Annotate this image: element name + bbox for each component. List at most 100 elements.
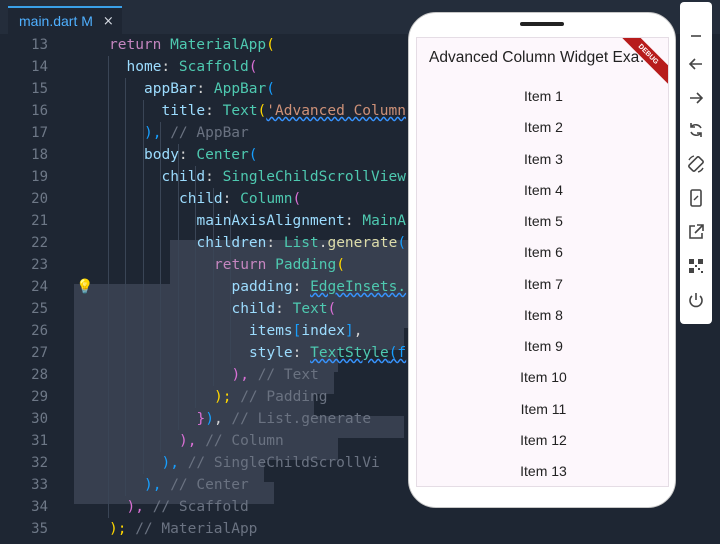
code-text: child: Column( — [179, 188, 301, 210]
code-token: appBar — [144, 81, 197, 97]
code-token: ), — [126, 499, 144, 515]
code-text: home: Scaffold( — [127, 56, 258, 78]
code-token: ( — [248, 59, 258, 75]
line-number: 24 — [31, 279, 48, 295]
line-number: 30 — [31, 411, 48, 427]
code-token: ); — [214, 389, 232, 405]
rotate-icon — [690, 123, 702, 137]
code-token: : — [292, 279, 311, 295]
line-number: 32 — [31, 455, 48, 471]
code-token: (f — [388, 345, 407, 361]
code-token: : — [222, 191, 241, 207]
resize-button[interactable] — [680, 184, 712, 212]
line-number: 20 — [31, 191, 48, 207]
code-text: children: List.generate( — [197, 232, 407, 254]
code-token: style — [249, 345, 293, 361]
code-token: // Column — [196, 433, 284, 449]
device-emulator: Advanced Column Widget Exam... DEBUG Ite… — [408, 12, 676, 508]
code-token: items — [249, 323, 293, 339]
code-token: } — [196, 411, 206, 427]
close-tab-icon[interactable]: × — [103, 14, 114, 29]
power-button[interactable] — [680, 286, 712, 314]
code-token: : — [266, 235, 284, 251]
code-token: child — [161, 169, 206, 185]
lightbulb-icon[interactable]: 💡 — [76, 279, 93, 295]
list-item: Item 13 — [520, 463, 567, 479]
code-token: ); — [109, 521, 127, 537]
open-external-button[interactable] — [680, 218, 712, 246]
code-token: ( — [397, 235, 407, 251]
line-number: 14 — [31, 59, 48, 75]
line-number: 33 — [31, 477, 48, 493]
line-number: 31 — [31, 433, 48, 449]
code-text: ), // Scaffold — [127, 496, 249, 518]
code-token: padding — [231, 279, 293, 295]
list-item: Item 5 — [524, 213, 563, 229]
list-item: Item 7 — [524, 275, 563, 292]
emulator-screen[interactable]: Advanced Column Widget Exam... DEBUG Ite… — [416, 37, 669, 487]
code-token: generate — [327, 235, 398, 251]
line-number: 19 — [31, 169, 48, 185]
back-button[interactable] — [680, 50, 712, 78]
rotate-screen-icon — [688, 155, 704, 173]
open-external-icon — [689, 224, 704, 239]
code-token: body — [144, 147, 179, 163]
code-token: home — [126, 59, 162, 75]
code-token: return — [214, 257, 276, 273]
code-text: ), // Column — [179, 430, 284, 452]
line-number: 34 — [31, 499, 48, 515]
code-text: body: Center( — [144, 144, 258, 166]
code-text: ), // Text — [232, 364, 319, 386]
code-token: // Padding — [231, 389, 328, 405]
list-item: Item 4 — [524, 181, 563, 198]
code-token: ] — [345, 323, 354, 339]
power-icon — [689, 293, 703, 308]
code-token: SingleChildScrollView — [222, 169, 406, 185]
code-token: // SingleChildScrollVi — [178, 455, 380, 471]
code-token: return — [109, 37, 171, 53]
rotate-screen-button[interactable] — [680, 150, 712, 178]
forward-button[interactable] — [680, 84, 712, 112]
code-token: mainAxisAlignment — [196, 213, 345, 229]
code-token: // Scaffold — [143, 499, 249, 515]
code-token: ( — [327, 301, 337, 317]
code-text: style: TextStyle(f — [249, 342, 406, 364]
tab-title: main.dart M — [19, 13, 93, 29]
line-number: 17 — [31, 125, 48, 141]
code-text: items[index], — [249, 320, 363, 342]
tab-main-dart[interactable]: main.dart M × — [8, 6, 122, 34]
minimize-button[interactable] — [680, 22, 712, 50]
code-text: child: SingleChildScrollView — [162, 166, 406, 188]
resize-icon — [690, 189, 702, 207]
code-line[interactable]: 35); // MaterialApp — [0, 518, 720, 540]
list-item: Item 6 — [524, 244, 563, 261]
code-text: ), // Center — [144, 474, 249, 496]
code-token: Padding — [275, 257, 337, 273]
line-number: 27 — [31, 345, 48, 361]
code-token: : — [275, 301, 293, 317]
code-token: // List.generate — [222, 411, 372, 427]
line-number: 13 — [31, 37, 48, 53]
line-number: 16 — [31, 103, 48, 119]
code-token: ), — [161, 455, 179, 471]
code-token: ), — [144, 125, 162, 141]
code-text: ); // Padding — [214, 386, 328, 408]
rotate-button[interactable] — [680, 116, 712, 144]
forward-icon — [690, 92, 704, 104]
code-text: ), // AppBar — [144, 122, 249, 144]
code-token: ( — [257, 103, 267, 119]
minimize-icon — [691, 35, 701, 37]
code-token: : — [196, 81, 214, 97]
line-number: 22 — [31, 235, 48, 251]
qr-code-button[interactable] — [680, 252, 712, 280]
code-token: // AppBar — [161, 125, 249, 141]
code-text: child: Text( — [232, 298, 337, 320]
code-token: : — [292, 345, 311, 361]
app-bar-title: Advanced Column Widget Exam... — [429, 49, 661, 66]
code-token: ( — [292, 191, 302, 207]
line-number: 25 — [31, 301, 48, 317]
code-token: AppBar — [213, 81, 267, 97]
code-token: : — [205, 169, 223, 185]
code-token: children — [196, 235, 267, 251]
list-item: Item 3 — [524, 150, 563, 167]
